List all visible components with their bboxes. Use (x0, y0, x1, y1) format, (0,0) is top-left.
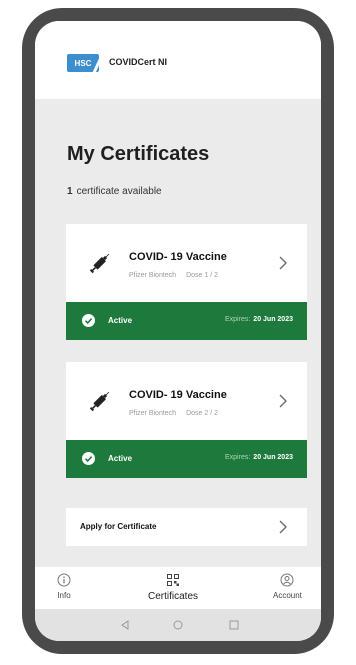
home-circle-icon[interactable] (172, 619, 184, 631)
count-text: certificate available (76, 186, 162, 197)
logo-text: HSC (74, 58, 92, 68)
certificate-count: 1 certificate available (67, 186, 162, 197)
apply-label: Apply for Certificate (80, 522, 157, 531)
app-name: COVIDCert NI (109, 57, 168, 67)
expires-date: 20 Jun 2023 (253, 316, 293, 323)
certificate-card[interactable]: COVID- 19 Vaccine Pfizer Biontech Dose 1 … (66, 224, 307, 340)
chevron-right-icon (279, 520, 287, 534)
nav-item-certificates[interactable]: Certificates (148, 573, 198, 602)
certificate-status-bar: Active Expires: 20 Jun 2023 (66, 440, 307, 478)
chevron-right-icon[interactable] (278, 394, 288, 408)
info-icon (57, 573, 71, 587)
certificate-dose: Dose 1 / 2 (186, 272, 219, 279)
nav-label-certificates: Certificates (148, 591, 199, 602)
status-badge: Active (108, 316, 133, 325)
nav-item-account[interactable]: Account (273, 573, 302, 600)
certificate-title: COVID- 19 Vaccine (129, 389, 227, 401)
certificate-title: COVID- 19 Vaccine (129, 251, 227, 263)
phone-frame: HSC COVIDCert NI My Certificates 1 certif… (22, 8, 334, 654)
chevron-right-icon[interactable] (278, 256, 288, 270)
expires-date: 20 Jun 2023 (253, 454, 293, 461)
syringe-icon (89, 391, 110, 412)
nav-label-info: Info (57, 591, 71, 600)
check-circle-icon (82, 314, 95, 327)
bottom-navigation: Info Certificates Account (35, 567, 321, 609)
system-navigation-bar (35, 609, 321, 641)
status-badge: Active (108, 454, 133, 463)
syringe-icon (89, 253, 110, 274)
qr-code-icon (167, 574, 179, 586)
count-number: 1 (67, 186, 73, 197)
certificate-card[interactable]: COVID- 19 Vaccine Pfizer Biontech Dose 2 … (66, 362, 307, 478)
certificate-details: Pfizer Biontech Dose 1 / 2 (129, 272, 218, 279)
certificate-card-body[interactable]: COVID- 19 Vaccine Pfizer Biontech Dose 2 … (66, 362, 307, 440)
certificate-manufacturer: Pfizer Biontech (129, 272, 177, 279)
certificate-dose: Dose 2 / 2 (186, 410, 219, 417)
app-header: HSC COVIDCert NI (35, 21, 321, 99)
certificate-status-bar: Active Expires: 20 Jun 2023 (66, 302, 307, 340)
certificate-card-body[interactable]: COVID- 19 Vaccine Pfizer Biontech Dose 1 … (66, 224, 307, 302)
nav-item-info[interactable]: Info (57, 573, 71, 600)
page-title: My Certificates (67, 143, 210, 165)
apply-for-certificate-button[interactable]: Apply for Certificate (66, 508, 307, 546)
back-triangle-icon[interactable] (119, 619, 131, 631)
phone-screen: HSC COVIDCert NI My Certificates 1 certif… (35, 21, 321, 641)
expiry-info: Expires: 20 Jun 2023 (225, 316, 293, 323)
certificate-details: Pfizer Biontech Dose 2 / 2 (129, 410, 218, 417)
expires-label: Expires: (225, 316, 251, 323)
expires-label: Expires: (225, 454, 251, 461)
recents-square-icon[interactable] (228, 619, 240, 631)
certificate-manufacturer: Pfizer Biontech (129, 410, 177, 417)
expiry-info: Expires: 20 Jun 2023 (225, 454, 293, 461)
account-icon (280, 573, 294, 587)
check-circle-icon (82, 452, 95, 465)
nav-label-account: Account (273, 591, 302, 600)
